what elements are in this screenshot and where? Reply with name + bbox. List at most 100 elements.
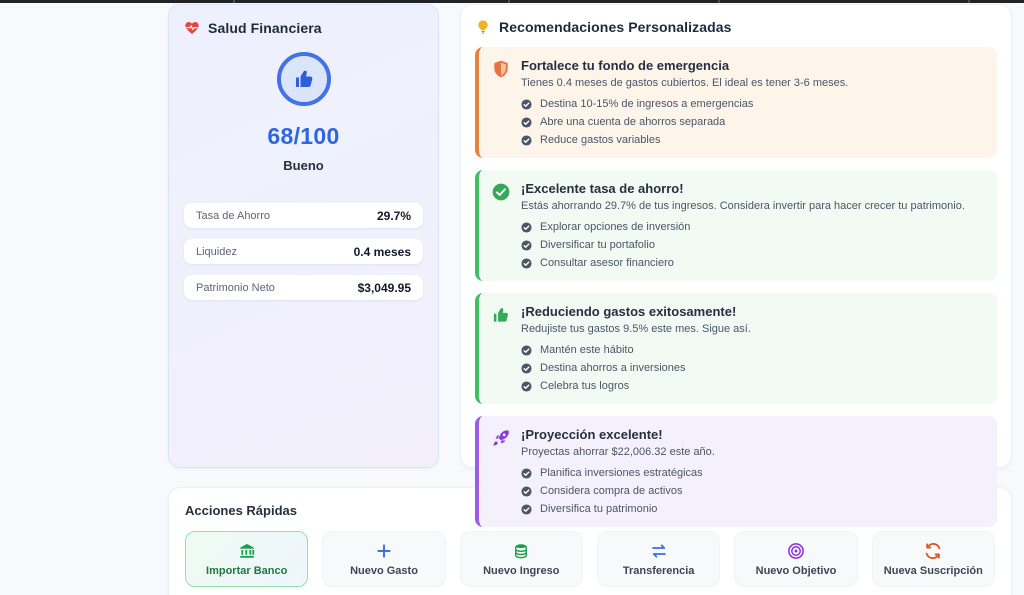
- health-score-value: 68/100: [184, 123, 423, 150]
- check-bullet-icon: [521, 486, 532, 497]
- recommendation-items: Mantén este hábito Destina ahorros a inv…: [521, 344, 751, 392]
- new-expense-button[interactable]: Nuevo Gasto: [322, 531, 445, 587]
- metric-value: 29.7%: [377, 209, 411, 223]
- check-bullet-icon: [521, 99, 532, 110]
- recommendation-item-text: Reduce gastos variables: [540, 134, 660, 146]
- health-score-status: Bueno: [184, 158, 423, 173]
- check-bullet-icon: [521, 468, 532, 479]
- tab-separator: [718, 0, 720, 3]
- health-metrics: Tasa de Ahorro 29.7% Liquidez 0.4 meses …: [184, 203, 423, 300]
- health-score-circle: [277, 52, 331, 106]
- recommendation-description: Redujiste tus gastos 9.5% este mes. Sigu…: [521, 323, 751, 335]
- metric-row-liquidity: Liquidez 0.4 meses: [184, 239, 423, 264]
- metric-label: Tasa de Ahorro: [196, 210, 270, 222]
- metric-row-savings-rate: Tasa de Ahorro 29.7%: [184, 203, 423, 228]
- recommendation-title: ¡Proyección excelente!: [521, 427, 715, 442]
- thumbs-up-icon: [491, 305, 511, 325]
- check-bullet-icon: [521, 258, 532, 269]
- recommendation-item-text: Abre una cuenta de ahorros separada: [540, 116, 725, 128]
- recommendation-item-text: Planifica inversiones estratégicas: [540, 467, 703, 479]
- recommendation-item-text: Mantén este hábito: [540, 344, 634, 356]
- check-bullet-icon: [521, 135, 532, 146]
- recommendation-item-text: Considera compra de activos: [540, 485, 682, 497]
- metric-value: 0.4 meses: [354, 245, 411, 259]
- recommendation-items: Planifica inversiones estratégicas Consi…: [521, 467, 715, 515]
- recommendation-item-text: Destina 10-15% de ingresos a emergencias: [540, 98, 753, 110]
- recommendation-title: ¡Reduciendo gastos exitosamente!: [521, 304, 751, 319]
- recommendation-item: Abre una cuenta de ahorros separada: [521, 116, 848, 128]
- check-bullet-icon: [521, 240, 532, 251]
- transfer-arrows-icon: [650, 542, 668, 560]
- tab-separator: [968, 0, 970, 3]
- browser-tab-strip: [0, 0, 1024, 3]
- recommendation-item: Considera compra de activos: [521, 485, 715, 497]
- recommendation-emergency-fund: Fortalece tu fondo de emergencia Tienes …: [475, 47, 997, 158]
- target-icon: [787, 542, 805, 560]
- check-bullet-icon: [521, 381, 532, 392]
- recommendations-card: Recomendaciones Personalizadas Fortalece…: [460, 4, 1012, 468]
- recommendation-item: Planifica inversiones estratégicas: [521, 467, 715, 479]
- refresh-icon: [924, 542, 942, 560]
- plus-icon: [375, 542, 393, 560]
- new-subscription-button[interactable]: Nueva Suscripción: [872, 531, 995, 587]
- tab-separator: [508, 0, 510, 3]
- check-bullet-icon: [521, 117, 532, 128]
- recommendation-item: Destina ahorros a inversiones: [521, 362, 751, 374]
- recommendations-title: Recomendaciones Personalizadas: [499, 19, 732, 35]
- check-bullet-icon: [521, 345, 532, 356]
- tab-separator: [233, 0, 235, 3]
- recommendations-header: Recomendaciones Personalizadas: [475, 19, 997, 35]
- recommendation-item: Celebra tus logros: [521, 380, 751, 392]
- action-button-label: Nueva Suscripción: [884, 565, 983, 577]
- metric-label: Patrimonio Neto: [196, 282, 275, 294]
- recommendation-item-text: Celebra tus logros: [540, 380, 629, 392]
- quick-actions-row: Importar Banco Nuevo Gasto Nuevo: [185, 531, 995, 587]
- action-button-label: Nuevo Ingreso: [483, 565, 559, 577]
- recommendation-title: ¡Excelente tasa de ahorro!: [521, 181, 965, 196]
- metric-value: $3,049.95: [358, 281, 411, 295]
- financial-health-card: Salud Financiera 68/100 Bueno Tasa de Ah…: [168, 4, 439, 468]
- thumbs-up-score-icon: [292, 67, 316, 91]
- recommendation-item-text: Diversificar tu portafolio: [540, 239, 655, 251]
- bank-icon: [238, 542, 256, 560]
- heart-pulse-icon: [184, 20, 200, 36]
- recommendation-item: Explorar opciones de inversión: [521, 221, 965, 233]
- lightbulb-icon: [475, 19, 491, 35]
- recommendation-title: Fortalece tu fondo de emergencia: [521, 58, 848, 73]
- recommendation-description: Tienes 0.4 meses de gastos cubiertos. El…: [521, 77, 848, 89]
- recommendation-description: Proyectas ahorrar $22,006.32 este año.: [521, 446, 715, 458]
- recommendation-item-text: Destina ahorros a inversiones: [540, 362, 686, 374]
- health-card-title: Salud Financiera: [208, 20, 322, 36]
- recommendation-item: Reduce gastos variables: [521, 134, 848, 146]
- health-card-header: Salud Financiera: [184, 20, 423, 36]
- recommendation-items: Explorar opciones de inversión Diversifi…: [521, 221, 965, 269]
- check-bullet-icon: [521, 363, 532, 374]
- action-button-label: Transferencia: [623, 565, 695, 577]
- import-bank-button[interactable]: Importar Banco: [185, 531, 308, 587]
- new-goal-button[interactable]: Nuevo Objetivo: [734, 531, 857, 587]
- recommendation-description: Estás ahorrando 29.7% de tus ingresos. C…: [521, 200, 965, 212]
- shield-icon: [491, 59, 511, 79]
- new-income-button[interactable]: Nuevo Ingreso: [460, 531, 583, 587]
- recommendation-item: Mantén este hábito: [521, 344, 751, 356]
- recommendation-item-text: Consultar asesor financiero: [540, 257, 674, 269]
- check-bullet-icon: [521, 222, 532, 233]
- metric-row-net-worth: Patrimonio Neto $3,049.95: [184, 275, 423, 300]
- recommendation-savings-rate: ¡Excelente tasa de ahorro! Estás ahorran…: [475, 170, 997, 281]
- action-button-label: Nuevo Gasto: [350, 565, 418, 577]
- recommendation-item: Consultar asesor financiero: [521, 257, 965, 269]
- recommendation-item: Diversifica tu patrimonio: [521, 503, 715, 515]
- rocket-icon: [491, 428, 511, 448]
- action-button-label: Nuevo Objetivo: [756, 565, 837, 577]
- recommendation-item-text: Diversifica tu patrimonio: [540, 503, 657, 515]
- transfer-button[interactable]: Transferencia: [597, 531, 720, 587]
- coins-icon: [512, 542, 530, 560]
- recommendation-projection: ¡Proyección excelente! Proyectas ahorrar…: [475, 416, 997, 527]
- check-circle-icon: [491, 182, 511, 202]
- check-bullet-icon: [521, 504, 532, 515]
- recommendation-item: Diversificar tu portafolio: [521, 239, 965, 251]
- recommendation-expense-reduction: ¡Reduciendo gastos exitosamente! Redujis…: [475, 293, 997, 404]
- recommendation-item: Destina 10-15% de ingresos a emergencias: [521, 98, 848, 110]
- metric-label: Liquidez: [196, 246, 237, 258]
- recommendation-item-text: Explorar opciones de inversión: [540, 221, 690, 233]
